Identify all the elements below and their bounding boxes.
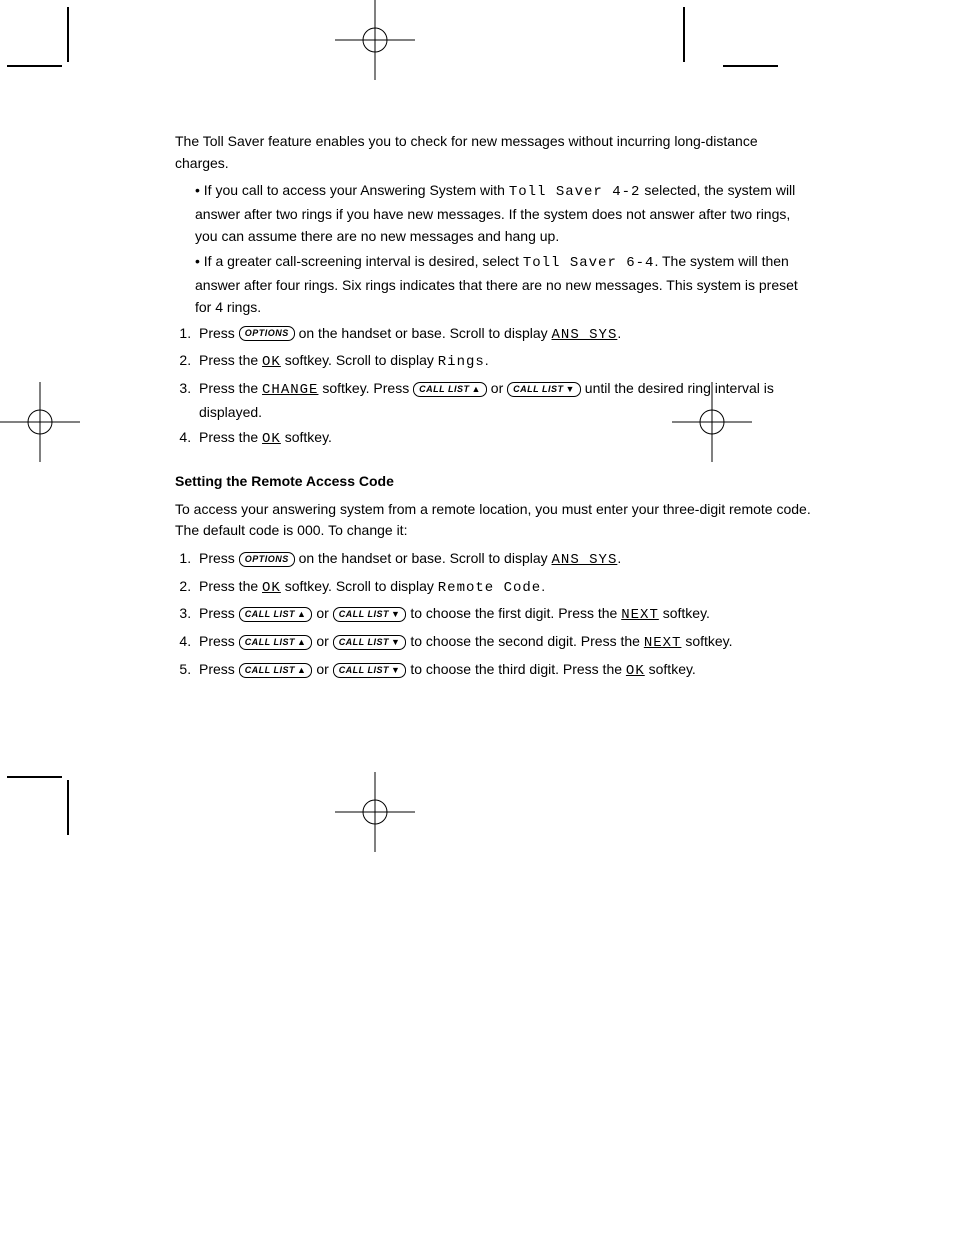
lcd-rings: Rings — [438, 354, 485, 370]
lcd-tollsaver42: Toll Saver 4-2 — [509, 184, 641, 200]
lcd-tollsaver64: Toll Saver 6-4 — [523, 255, 655, 271]
page-content: The Toll Saver feature enables you to ch… — [175, 125, 815, 686]
remote-step-3: Press CALL LIST▲ or CALL LIST▼ to choose… — [195, 603, 815, 627]
ok-softkey: OK — [626, 663, 645, 679]
intro-bullet-1: • If you call to access your Answering S… — [175, 180, 815, 247]
remote-intro: To access your answering system from a r… — [175, 499, 815, 542]
intro-line-1: The Toll Saver feature enables you to ch… — [175, 131, 815, 174]
lcd-remote-code: Remote Code — [438, 580, 541, 596]
rings-step-2: Press the OK softkey. Scroll to display … — [195, 350, 815, 374]
next-softkey: NEXT — [621, 607, 659, 623]
call-list-up-key: CALL LIST▲ — [239, 607, 313, 622]
call-list-down-key: CALL LIST▼ — [333, 607, 407, 622]
call-list-up-key: CALL LIST▲ — [239, 635, 313, 650]
call-list-down-key: CALL LIST▼ — [333, 663, 407, 678]
ok-softkey: OK — [262, 580, 281, 596]
lcd-ans-sys: ANS SYS — [552, 327, 618, 343]
registration-mark-left — [0, 382, 80, 462]
remote-step-2: Press the OK softkey. Scroll to display … — [195, 576, 815, 600]
registration-mark-bottom — [335, 772, 415, 852]
remote-step-5: Press CALL LIST▲ or CALL LIST▼ to choose… — [195, 659, 815, 683]
intro-bullet-2: • If a greater call-screening interval i… — [175, 251, 815, 318]
lcd-ans-sys: ANS SYS — [552, 552, 618, 568]
rings-step-4: Press the OK softkey. — [195, 427, 815, 451]
remote-steps: Press OPTIONS on the handset or base. Sc… — [195, 548, 815, 682]
remote-step-1: Press OPTIONS on the handset or base. Sc… — [195, 548, 815, 572]
remote-heading: Setting the Remote Access Code — [175, 471, 815, 493]
registration-mark-top — [335, 0, 415, 80]
rings-step-1: Press OPTIONS on the handset or base. Sc… — [195, 323, 815, 347]
ok-softkey: OK — [262, 431, 281, 447]
options-key: OPTIONS — [239, 552, 295, 567]
call-list-up-key: CALL LIST▲ — [413, 382, 487, 397]
next-softkey: NEXT — [644, 635, 682, 651]
call-list-down-key: CALL LIST▼ — [333, 635, 407, 650]
rings-step-3: Press the CHANGE softkey. Press CALL LIS… — [195, 378, 815, 423]
call-list-down-key: CALL LIST▼ — [507, 382, 581, 397]
remote-step-4: Press CALL LIST▲ or CALL LIST▼ to choose… — [195, 631, 815, 655]
rings-steps: Press OPTIONS on the handset or base. Sc… — [195, 323, 815, 451]
change-softkey: CHANGE — [262, 382, 318, 398]
options-key: OPTIONS — [239, 326, 295, 341]
call-list-up-key: CALL LIST▲ — [239, 663, 313, 678]
ok-softkey: OK — [262, 354, 281, 370]
